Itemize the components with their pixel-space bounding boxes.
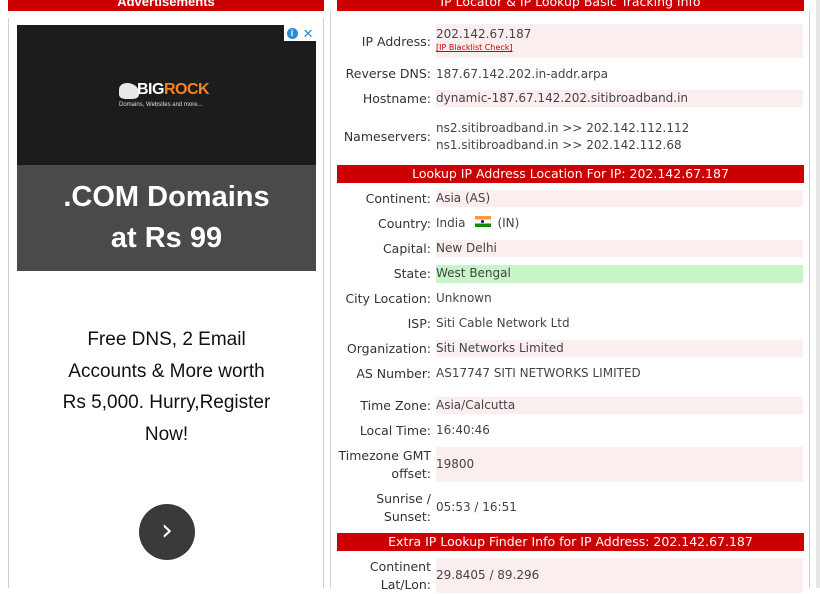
continent-latlon-label-line2: Lat/Lon: <box>380 577 431 592</box>
continent-latlon-label-line1: Continent <box>369 559 431 574</box>
row-hostname: Hostname: dynamic-187.67.142.202.sitibro… <box>337 90 804 108</box>
logo-word-big: BIG <box>137 81 164 98</box>
capital-label: Capital: <box>382 241 431 256</box>
ad-body-line: Free DNS, 2 Email <box>87 329 246 350</box>
row-reverse-dns: Reverse DNS: 187.67.142.202.in-addr.arpa <box>337 65 804 83</box>
basic-info-header: IP Locator & IP Lookup Basic Tracking In… <box>337 0 804 11</box>
gmt-offset-label: Timezone GMT offset: <box>337 447 432 483</box>
row-isp: ISP: Siti Cable Network Ltd <box>337 315 804 333</box>
ad-body-text[interactable]: Free DNS, 2 Email Accounts & More worth … <box>17 324 316 450</box>
sunrise-sunset-label-line2: Sunset: <box>383 509 431 524</box>
ad-headline[interactable]: .COM Domains at Rs 99 <box>17 165 316 271</box>
row-continent-latlon: Continent Lat/Lon: 29.8405 / 89.296 <box>337 558 804 594</box>
hostname-value: dynamic-187.67.142.202.sitibroadband.in <box>436 90 803 107</box>
location-header: Lookup IP Address Location For IP: 202.1… <box>337 165 804 183</box>
row-city: City Location: Unknown <box>337 290 804 308</box>
logo-word-rock: ROCK <box>163 81 210 98</box>
row-organization: Organization: Siti Networks Limited <box>337 340 804 358</box>
ip-address-label: IP Address: <box>361 34 431 49</box>
ad-banner-top[interactable]: i ✕ BIGROCK Domains, Websites and more..… <box>17 25 316 165</box>
nameservers-value: ns2.sitibroadband.in >> 202.142.112.112 … <box>436 120 803 154</box>
time-zone-label: Time Zone: <box>360 398 431 413</box>
continent-value: Asia (AS) <box>436 190 803 207</box>
row-local-time: Local Time: 16:40:46 <box>337 422 804 440</box>
extra-info-header: Extra IP Lookup Finder Info for IP Addre… <box>337 533 804 551</box>
ad-next-arrow-button[interactable]: › <box>139 504 195 560</box>
row-sunrise-sunset: Sunrise / Sunset: 05:53 / 16:51 <box>337 490 804 526</box>
continent-latlon-label: Continent Lat/Lon: <box>337 558 431 594</box>
reverse-dns-label: Reverse DNS: <box>345 66 431 81</box>
ad-frame: i ✕ BIGROCK Domains, Websites and more..… <box>8 18 324 588</box>
time-zone-value: Asia/Calcutta <box>436 397 803 414</box>
sunrise-sunset-label-line1: Sunrise / <box>376 491 431 506</box>
isp-value: Siti Cable Network Ltd <box>436 316 570 330</box>
country-label: Country: <box>378 216 431 231</box>
row-capital: Capital: New Delhi <box>337 240 804 258</box>
organization-label: Organization: <box>346 341 431 356</box>
row-ip-address: IP Address: 202.142.67.187 [IP Blacklist… <box>337 24 804 58</box>
state-value: West Bengal <box>436 265 803 283</box>
rock-icon <box>119 83 139 99</box>
isp-label: ISP: <box>407 316 431 331</box>
nameserver-1: ns2.sitibroadband.in >> 202.142.112.112 <box>436 121 690 135</box>
as-number-value: AS17747 SITI NETWORKS LIMITED <box>436 366 641 380</box>
local-time-label: Local Time: <box>359 423 431 438</box>
page-scrollbar[interactable] <box>816 0 820 588</box>
country-code: (IN) <box>497 216 520 230</box>
row-continent: Continent: Asia (AS) <box>337 190 804 208</box>
logo-tagline: Domains, Websites and more... <box>119 102 203 108</box>
logo-wordmark: BIGROCK <box>137 81 210 99</box>
ip-blacklist-check-link[interactable]: [IP Blacklist Check] <box>436 43 803 53</box>
as-number-label: AS Number: <box>356 366 431 381</box>
india-flag-icon <box>475 216 492 227</box>
nameservers-label: Nameservers: <box>343 129 431 144</box>
nameserver-2: ns1.sitibroadband.in >> 202.142.112.68 <box>436 138 682 152</box>
continent-label: Continent: <box>365 191 431 206</box>
advertisements-header: Advertisements <box>8 0 324 11</box>
gmt-offset-label-line1: Timezone GMT <box>338 448 432 463</box>
row-country: Country: India (IN) <box>337 215 804 233</box>
city-label: City Location: <box>345 291 431 306</box>
ad-body-line: Now! <box>144 423 189 445</box>
sunrise-sunset-value: 05:53 / 16:51 <box>436 500 517 514</box>
state-label: State: <box>393 266 431 281</box>
reverse-dns-value: 187.67.142.202.in-addr.arpa <box>436 67 609 81</box>
ip-info-column: IP Locator & IP Lookup Basic Tracking In… <box>330 0 810 593</box>
gmt-offset-value: 19800 <box>436 447 803 482</box>
row-state: State: West Bengal <box>337 265 804 283</box>
row-nameservers: Nameservers: ns2.sitibroadband.in >> 202… <box>337 119 804 155</box>
ad-body-line: Rs 5,000. Hurry,Register <box>62 392 271 413</box>
ad-headline-line2: at Rs 99 <box>110 222 223 254</box>
local-time-value: 16:40:46 <box>436 423 490 437</box>
ad-close-icon[interactable]: ✕ <box>303 27 314 40</box>
country-value: India (IN) <box>436 215 803 232</box>
ip-address-cell: 202.142.67.187 [IP Blacklist Check] <box>436 24 803 58</box>
bigrock-logo: BIGROCK Domains, Websites and more... <box>119 81 219 113</box>
row-time-zone: Time Zone: Asia/Calcutta <box>337 397 804 415</box>
ip-address-value: 202.142.67.187 <box>436 27 532 41</box>
ad-body-line: Accounts & More worth <box>68 360 265 382</box>
row-as-number: AS Number: AS17747 SITI NETWORKS LIMITED <box>337 365 804 383</box>
row-gmt-offset: Timezone GMT offset: 19800 <box>337 447 804 483</box>
capital-value: New Delhi <box>436 240 803 257</box>
gmt-offset-label-line2: offset: <box>391 466 431 481</box>
sunrise-sunset-label: Sunrise / Sunset: <box>337 490 431 526</box>
city-value: Unknown <box>436 291 492 305</box>
ad-headline-line1: .COM Domains <box>63 181 270 213</box>
country-name: India <box>436 216 466 230</box>
ad-info-icon[interactable]: i <box>286 27 298 39</box>
organization-value: Siti Networks Limited <box>436 340 803 357</box>
ad-choices[interactable]: i ✕ <box>284 25 316 41</box>
hostname-label: Hostname: <box>362 91 431 106</box>
advertisement-column: Advertisements i ✕ BIGROCK Domains, Webs… <box>8 0 324 588</box>
